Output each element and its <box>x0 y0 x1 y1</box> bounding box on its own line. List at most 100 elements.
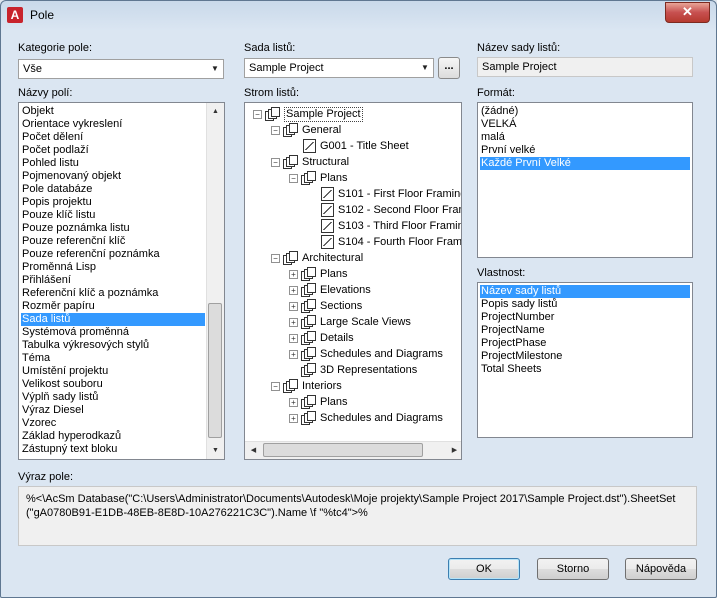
list-item[interactable]: VELKÁ <box>480 118 690 131</box>
collapse-icon[interactable]: − <box>271 254 280 263</box>
tree-subset-node[interactable]: + Plans <box>245 394 461 410</box>
list-item[interactable]: Každé První Velké <box>480 157 690 170</box>
tree-subset-node[interactable]: + Elevations <box>245 282 461 298</box>
scroll-left-icon[interactable]: ◀ <box>245 442 262 459</box>
list-item[interactable]: (žádné) <box>480 105 690 118</box>
browse-sheet-set-button[interactable]: ... <box>438 57 460 79</box>
list-item[interactable]: Pojmenovaný objekt <box>21 170 205 183</box>
expand-icon[interactable]: + <box>289 318 298 327</box>
list-item[interactable]: Zástupný text bloku <box>21 443 205 456</box>
tree-sheet-node[interactable]: S103 - Third Floor Framing <box>245 218 461 234</box>
list-item[interactable]: Pouze referenční poznámka <box>21 248 205 261</box>
list-item[interactable]: Popis sady listů <box>480 298 690 311</box>
field-names-list[interactable]: Zástupný text bloku Základ hyperodkazů Vzo… <box>18 102 225 460</box>
list-item[interactable]: Základ hyperodkazů <box>21 430 205 443</box>
field-names-scrollbar[interactable]: ▲ ▼ <box>206 103 224 459</box>
tree-horizontal-scrollbar[interactable]: ◀ ▶ <box>245 441 461 459</box>
expand-icon[interactable]: + <box>289 334 298 343</box>
list-item[interactable]: Vzorec <box>21 417 205 430</box>
ok-button[interactable]: OK <box>448 558 520 580</box>
sheet-set-dropdown[interactable]: Sample Project ▼ <box>244 58 434 78</box>
expand-icon[interactable]: + <box>289 398 298 407</box>
list-item[interactable]: ProjectPhase <box>480 337 690 350</box>
collapse-icon[interactable]: − <box>271 382 280 391</box>
list-item[interactable]: Téma <box>21 352 205 365</box>
scroll-right-icon[interactable]: ▶ <box>446 442 461 459</box>
sheet-tree[interactable]: + Schedules and Diagrams + Plans − Interiors 3… <box>244 102 462 460</box>
title-bar[interactable]: A Pole ✕ <box>1 1 716 31</box>
list-item[interactable]: Sada listů <box>21 313 205 326</box>
cancel-button[interactable]: Storno <box>537 558 609 580</box>
list-item[interactable]: Orientace vykreslení <box>21 118 205 131</box>
scroll-thumb[interactable] <box>263 443 423 457</box>
list-item[interactable]: Velikost souboru <box>21 378 205 391</box>
tree-node-label: G001 - Title Sheet <box>320 140 409 152</box>
list-item[interactable]: Rozměr papíru <box>21 300 205 313</box>
property-list[interactable]: Total Sheets ProjectMilestone ProjectPhase… <box>477 282 693 438</box>
tree-subset-node[interactable]: − General <box>245 122 461 138</box>
list-item[interactable]: Počet podlaží <box>21 144 205 157</box>
collapse-icon[interactable]: − <box>253 110 262 119</box>
field-expression-line2: ("gA0780B91-E1DB-48EB-8E8D-10A276221C3C"… <box>26 507 368 519</box>
list-item[interactable]: malá <box>480 131 690 144</box>
collapse-icon[interactable]: − <box>289 174 298 183</box>
field-category-dropdown[interactable]: Vše ▼ <box>18 59 224 79</box>
scroll-thumb[interactable] <box>208 303 222 438</box>
field-expression-box[interactable]: %<\AcSm Database("C:\Users\Administrator… <box>18 486 697 546</box>
tree-subset-node[interactable]: − Sample Project <box>245 106 461 122</box>
tree-subset-node[interactable]: + Plans <box>245 266 461 282</box>
list-item[interactable]: ProjectMilestone <box>480 350 690 363</box>
tree-sheet-node[interactable]: S102 - Second Floor Framing <box>245 202 461 218</box>
list-item[interactable]: Referenční klíč a poznámka <box>21 287 205 300</box>
list-item[interactable]: Systémová proměnná <box>21 326 205 339</box>
list-item[interactable]: Pohled listu <box>21 157 205 170</box>
sheet-tree-label: Strom listů: <box>244 87 300 99</box>
expand-icon[interactable]: + <box>289 302 298 311</box>
help-button[interactable]: Nápověda <box>625 558 697 580</box>
tree-subset-node[interactable]: − Interiors <box>245 378 461 394</box>
list-item[interactable]: Proměnná Lisp <box>21 261 205 274</box>
list-item[interactable]: Název sady listů <box>480 285 690 298</box>
scroll-down-icon[interactable]: ▼ <box>207 442 224 459</box>
chevron-down-icon[interactable]: ▼ <box>207 60 223 78</box>
tree-subset-node[interactable]: − Structural <box>245 154 461 170</box>
expand-icon[interactable]: + <box>289 286 298 295</box>
list-item[interactable]: Počet dělení <box>21 131 205 144</box>
scroll-up-icon[interactable]: ▲ <box>207 103 224 120</box>
expand-icon[interactable]: + <box>289 350 298 359</box>
list-item[interactable]: Pouze referenční klíč <box>21 235 205 248</box>
tree-subset-node[interactable]: + Sections <box>245 298 461 314</box>
collapse-icon[interactable]: − <box>271 126 280 135</box>
tree-sheet-node[interactable]: S101 - First Floor Framing <box>245 186 461 202</box>
tree-subset-node[interactable]: + Schedules and Diagrams <box>245 346 461 362</box>
list-item[interactable]: Přihlášení <box>21 274 205 287</box>
tree-subset-node[interactable]: 3D Representations <box>245 362 461 378</box>
tree-subset-node[interactable]: − Architectural <box>245 250 461 266</box>
list-item[interactable]: Umístění projektu <box>21 365 205 378</box>
tree-subset-node[interactable]: + Large Scale Views <box>245 314 461 330</box>
list-item[interactable]: Výplň sady listů <box>21 391 205 404</box>
subset-icon <box>301 315 317 329</box>
list-item[interactable]: Tabulka výkresových stylů <box>21 339 205 352</box>
tree-sheet-node[interactable]: G001 - Title Sheet <box>245 138 461 154</box>
list-item[interactable]: Objekt <box>21 105 205 118</box>
list-item[interactable]: ProjectName <box>480 324 690 337</box>
expand-icon[interactable]: + <box>289 270 298 279</box>
list-item[interactable]: První velké <box>480 144 690 157</box>
format-list[interactable]: Každé První Velké První velké malá VELKÁ (žá… <box>477 102 693 258</box>
list-item[interactable]: Popis projektu <box>21 196 205 209</box>
list-item[interactable]: Výraz Diesel <box>21 404 205 417</box>
collapse-icon[interactable]: − <box>271 158 280 167</box>
list-item[interactable]: Pole databáze <box>21 183 205 196</box>
chevron-down-icon[interactable]: ▼ <box>417 59 433 77</box>
tree-subset-node[interactable]: − Plans <box>245 170 461 186</box>
tree-subset-node[interactable]: + Schedules and Diagrams <box>245 410 461 426</box>
tree-sheet-node[interactable]: S104 - Fourth Floor Framing <box>245 234 461 250</box>
list-item[interactable]: Total Sheets <box>480 363 690 376</box>
list-item[interactable]: Pouze poznámka listu <box>21 222 205 235</box>
list-item[interactable]: Pouze klíč listu <box>21 209 205 222</box>
expand-icon[interactable]: + <box>289 414 298 423</box>
list-item[interactable]: ProjectNumber <box>480 311 690 324</box>
tree-subset-node[interactable]: + Details <box>245 330 461 346</box>
close-button[interactable]: ✕ <box>665 2 710 23</box>
